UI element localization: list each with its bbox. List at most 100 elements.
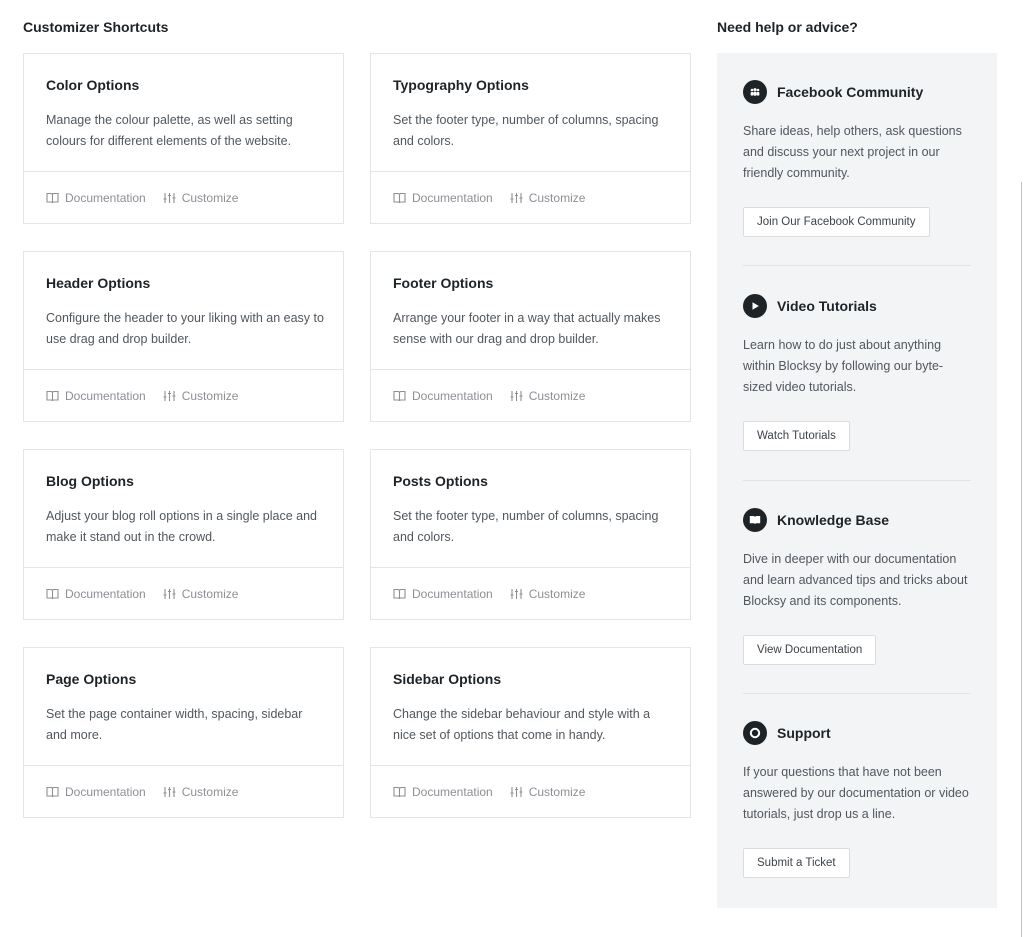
shortcut-card-posts: Posts Options Set the footer type, numbe…: [370, 449, 691, 620]
customize-link[interactable]: Customize: [510, 389, 585, 403]
customize-label: Customize: [528, 784, 586, 799]
card-footer: Documentation Customize: [371, 567, 690, 619]
documentation-label: Documentation: [412, 388, 493, 403]
help-item-video: Video Tutorials Learn how to do just abo…: [743, 294, 971, 451]
customize-link[interactable]: Customize: [510, 190, 586, 205]
customize-link[interactable]: Customize: [510, 586, 586, 601]
shortcut-card-page: Page Options Set the page container widt…: [23, 647, 344, 818]
customize-label: Customize: [181, 586, 239, 601]
customize-link[interactable]: Customize: [163, 190, 239, 205]
customize-link[interactable]: Customize: [510, 784, 586, 799]
book-icon: [46, 390, 59, 401]
card-footer: Documentation Customize: [24, 369, 343, 421]
documentation-label: Documentation: [412, 586, 493, 601]
book-icon: [393, 588, 406, 599]
divider: [743, 480, 971, 481]
watch-tutorials-button[interactable]: Watch Tutorials: [743, 421, 850, 451]
shortcut-card-sidebar: Sidebar Options Change the sidebar behav…: [370, 647, 691, 818]
sliders-icon: [163, 390, 176, 401]
book-icon: [46, 192, 59, 203]
shortcuts-title: Customizer Shortcuts: [23, 19, 169, 35]
customize-label: Customize: [181, 190, 239, 205]
sliders-icon: [510, 192, 523, 203]
scrollbar[interactable]: [1020, 0, 1024, 937]
card-footer: Documentation Customize: [371, 765, 690, 817]
help-item-description: Dive in deeper with our documentation an…: [743, 552, 968, 608]
customize-label: Customize: [528, 586, 586, 601]
submit-ticket-button[interactable]: Submit a Ticket: [743, 848, 850, 878]
shortcut-card-typography: Typography Options Set the footer type, …: [370, 53, 691, 224]
documentation-link[interactable]: Documentation: [393, 191, 493, 205]
documentation-link[interactable]: Documentation: [393, 785, 493, 799]
card-description: Set the footer type, number of columns, …: [393, 509, 659, 544]
divider: [743, 265, 971, 266]
documentation-link[interactable]: Documentation: [46, 785, 146, 799]
help-item-facebook: Facebook Community Share ideas, help oth…: [743, 80, 971, 237]
sliders-icon: [163, 588, 176, 599]
card-footer: Documentation Customize: [371, 369, 690, 421]
documentation-label: Documentation: [412, 190, 493, 205]
sliders-icon: [163, 786, 176, 797]
help-item-title: Video Tutorials: [777, 298, 877, 314]
card-footer: Documentation Customize: [24, 171, 343, 223]
card-title: Footer Options: [393, 275, 494, 291]
customize-label: Customize: [528, 190, 586, 205]
help-item-knowledge-base: Knowledge Base Dive in deeper with our d…: [743, 508, 971, 665]
documentation-label: Documentation: [65, 388, 146, 403]
customize-link[interactable]: Customize: [163, 586, 239, 601]
customize-link[interactable]: Customize: [163, 784, 239, 799]
card-title: Color Options: [46, 77, 140, 93]
card-description: Arrange your footer in a way that actual…: [393, 311, 661, 346]
book-icon: [46, 588, 59, 599]
sliders-icon: [510, 390, 523, 401]
sliders-icon: [510, 588, 523, 599]
sliders-icon: [163, 192, 176, 203]
play-icon: [743, 294, 767, 318]
shortcut-card-footer: Footer Options Arrange your footer in a …: [370, 251, 691, 422]
documentation-link[interactable]: Documentation: [46, 587, 146, 601]
join-facebook-community-button[interactable]: Join Our Facebook Community: [743, 207, 930, 237]
documentation-link[interactable]: Documentation: [393, 389, 493, 403]
customize-link[interactable]: Customize: [163, 388, 239, 403]
shortcuts-grid: Color Options Manage the colour palette,…: [23, 53, 691, 818]
book-icon: [46, 786, 59, 797]
card-description: Manage the colour palette, as well as se…: [46, 113, 293, 148]
view-documentation-button[interactable]: View Documentation: [743, 635, 877, 665]
help-item-support: Support If your questions that have not …: [743, 721, 971, 878]
help-item-title: Knowledge Base: [777, 512, 890, 528]
customize-label: Customize: [181, 784, 239, 799]
card-title: Posts Options: [393, 473, 488, 489]
help-item-title: Support: [777, 725, 831, 741]
card-title: Header Options: [46, 275, 151, 291]
card-description: Set the footer type, number of columns, …: [393, 113, 659, 148]
shortcut-card-blog: Blog Options Adjust your blog roll optio…: [23, 449, 344, 620]
card-title: Page Options: [46, 671, 137, 687]
card-title: Typography Options: [393, 77, 529, 93]
documentation-label: Documentation: [65, 586, 146, 601]
card-description: Change the sidebar behaviour and style w…: [393, 707, 651, 742]
documentation-link[interactable]: Documentation: [393, 587, 493, 601]
documentation-label: Documentation: [412, 784, 493, 799]
scrollbar-thumb[interactable]: [1021, 182, 1022, 937]
divider: [743, 693, 971, 694]
book-icon: [393, 786, 406, 797]
card-description: Adjust your blog roll options in a singl…: [46, 509, 318, 544]
help-title: Need help or advice?: [717, 19, 858, 35]
documentation-label: Documentation: [65, 784, 146, 799]
card-footer: Documentation Customize: [24, 765, 343, 817]
card-footer: Documentation Customize: [371, 171, 690, 223]
shortcut-card-header: Header Options Configure the header to y…: [23, 251, 344, 422]
card-description: Set the page container width, spacing, s…: [46, 707, 303, 742]
card-title: Blog Options: [46, 473, 134, 489]
customize-label: Customize: [181, 388, 239, 403]
book-icon: [393, 192, 406, 203]
help-item-description: Learn how to do just about anything with…: [743, 338, 944, 394]
card-title: Sidebar Options: [393, 671, 502, 687]
card-description: Configure the header to your liking with…: [46, 311, 324, 346]
documentation-link[interactable]: Documentation: [46, 389, 146, 403]
card-footer: Documentation Customize: [24, 567, 343, 619]
shortcut-card-color: Color Options Manage the colour palette,…: [23, 53, 344, 224]
documentation-link[interactable]: Documentation: [46, 191, 146, 205]
help-item-description: If your questions that have not been ans…: [743, 765, 969, 821]
help-panel: Facebook Community Share ideas, help oth…: [717, 53, 997, 908]
